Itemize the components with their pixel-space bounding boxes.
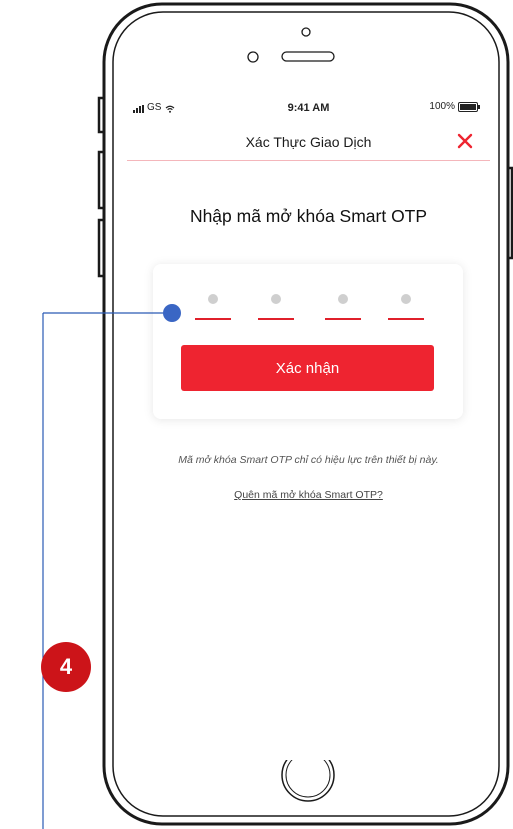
- otp-digit-slot[interactable]: [388, 294, 424, 320]
- otp-digit-slot[interactable]: [325, 294, 361, 320]
- close-icon[interactable]: [454, 130, 476, 152]
- otp-underline: [195, 318, 231, 320]
- otp-info-text: Mã mở khóa Smart OTP chỉ có hiệu lực trê…: [178, 454, 439, 466]
- otp-card: Xác nhận: [153, 264, 463, 419]
- annotation-badge: 4: [41, 642, 91, 692]
- otp-underline: [325, 318, 361, 320]
- status-bar: GS 9:41 AM 100%: [127, 96, 490, 120]
- otp-dot: [338, 294, 348, 304]
- nav-bar: Xác Thực Giao Dịch: [127, 126, 490, 161]
- otp-digit-slot[interactable]: [258, 294, 294, 320]
- otp-dot: [208, 294, 218, 304]
- nav-title: Xác Thực Giao Dịch: [245, 134, 372, 150]
- page-heading: Nhập mã mở khóa Smart OTP: [189, 206, 428, 226]
- otp-underline: [388, 318, 424, 320]
- otp-dot: [271, 294, 281, 304]
- battery-percent: 100%: [429, 101, 455, 112]
- battery-icon: [458, 101, 480, 112]
- app-screen: GS 9:41 AM 100% Xác Thực Giao Dịch Nhập …: [127, 96, 490, 760]
- otp-digit-slot[interactable]: [195, 294, 231, 320]
- forgot-otp-link[interactable]: Quên mã mở khóa Smart OTP?: [127, 489, 490, 501]
- otp-underline: [258, 318, 294, 320]
- battery-status: 100%: [429, 101, 480, 112]
- confirm-button[interactable]: Xác nhận: [181, 345, 434, 391]
- otp-dot: [401, 294, 411, 304]
